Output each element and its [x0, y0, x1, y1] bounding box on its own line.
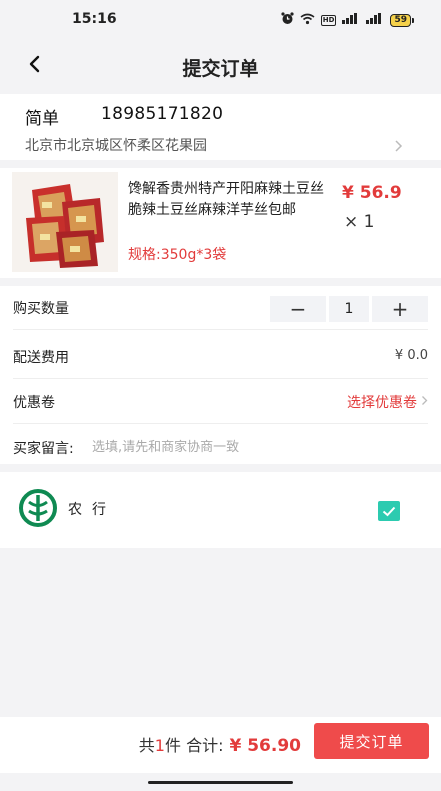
delivery-fee-label: 配送费用 — [13, 350, 69, 366]
delivery-fee-value: ¥ 0.0 — [394, 348, 428, 363]
product-price: ¥ 56.9 — [342, 183, 402, 203]
coupon-label: 优惠卷 — [13, 395, 55, 411]
payment-checkbox[interactable] — [378, 501, 400, 521]
battery-icon: 59 — [390, 13, 414, 27]
quantity-label: 购买数量 — [13, 301, 69, 317]
recipient-phone: 18985171820 — [101, 104, 224, 124]
order-total: 共1件 合计: ¥ 56.90 — [139, 732, 301, 756]
payment-card[interactable]: 农行 — [0, 472, 441, 548]
chevron-right-icon — [421, 395, 428, 410]
product-spec: 规格:350g*3袋 — [128, 247, 227, 263]
submit-order-button[interactable]: 提交订单 — [314, 723, 429, 759]
increase-button[interactable]: + — [372, 296, 428, 322]
total-prefix: 共 — [138, 736, 155, 755]
remark-label: 买家留言: — [13, 441, 74, 457]
signal-icon — [342, 13, 360, 27]
total-price: ¥ 56.90 — [229, 736, 301, 756]
total-label: 件 合计: — [164, 736, 224, 755]
hd-badge: HD — [320, 14, 337, 26]
home-indicator[interactable] — [148, 781, 293, 784]
decrease-button[interactable]: − — [270, 296, 326, 322]
select-coupon-link[interactable]: 选择优惠卷 — [347, 392, 428, 412]
quantity-value[interactable]: 1 — [329, 296, 369, 322]
signal-icon-2 — [366, 13, 384, 27]
page-title: 提交订单 — [182, 58, 259, 80]
wifi-icon — [300, 13, 315, 28]
product-name: 馋解香贵州特产开阳麻辣土豆丝脆辣土豆丝麻辣洋芋丝包邮 — [128, 181, 324, 218]
status-icons: HD 59 — [281, 11, 414, 29]
quantity-row: 购买数量 − 1 + — [13, 286, 428, 330]
abc-bank-logo-icon — [18, 489, 58, 527]
alarm-icon — [281, 12, 294, 28]
status-bar: 15:16 HD 59 — [0, 0, 441, 40]
order-options: 购买数量 − 1 + 配送费用 ¥ 0.0 优惠卷 选择优惠卷 买家留言: — [0, 286, 441, 464]
checkout-bar: 共1件 合计: ¥ 56.90 提交订单 — [0, 717, 441, 773]
bank-name: 农行 — [68, 502, 116, 518]
remark-input[interactable] — [92, 434, 412, 460]
remark-row: 买家留言: — [13, 425, 428, 469]
select-coupon-text: 选择优惠卷 — [347, 395, 417, 411]
chevron-right-icon — [394, 138, 403, 157]
delivery-fee-row: 配送费用 ¥ 0.0 — [13, 335, 428, 379]
goods-card: 馋解香贵州特产开阳麻辣土豆丝脆辣土豆丝麻辣洋芋丝包邮 规格:350g*3袋 ¥ … — [0, 168, 441, 278]
nav-bar: 提交订单 — [0, 40, 441, 92]
coupon-row[interactable]: 优惠卷 选择优惠卷 — [13, 380, 428, 424]
quantity-stepper: − 1 + — [270, 296, 428, 322]
item-count: 1 — [154, 736, 165, 755]
address-card[interactable]: 简单 18985171820 北京市北京城区怀柔区花果园 — [0, 94, 441, 160]
product-image — [12, 172, 118, 272]
product-quantity: × 1 — [344, 212, 375, 232]
status-time: 15:16 — [72, 11, 117, 27]
recipient-name: 简单 — [25, 109, 59, 129]
address-line: 北京市北京城区怀柔区花果园 — [25, 138, 207, 154]
